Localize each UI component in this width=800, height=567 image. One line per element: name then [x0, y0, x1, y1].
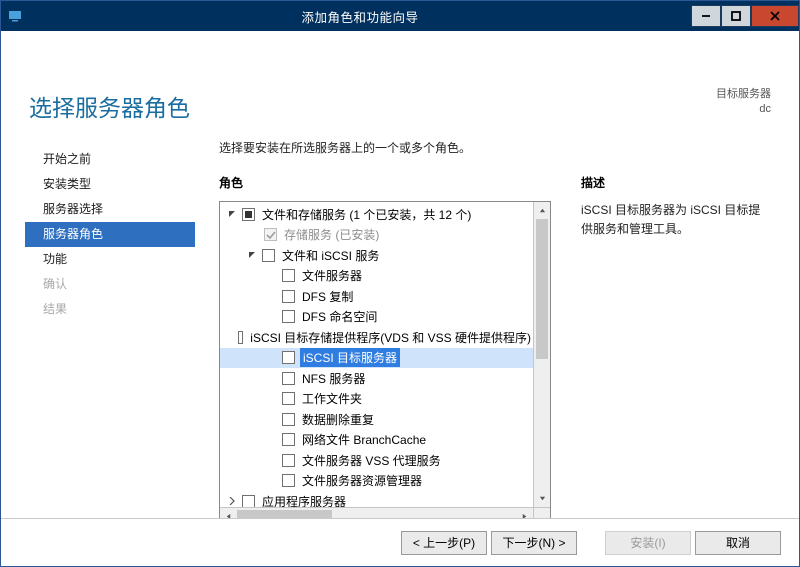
scroll-thumb[interactable] — [536, 219, 548, 359]
checkbox[interactable] — [282, 454, 295, 467]
roles-tree-box: 文件和存储服务 (1 个已安装，共 12 个) 存储服务 (已安装) — [219, 201, 551, 525]
tree-node[interactable]: 网络文件 BranchCache — [220, 430, 533, 451]
checkbox[interactable] — [282, 392, 295, 405]
tree-node[interactable]: NFS 服务器 — [220, 368, 533, 389]
collapse-icon[interactable] — [226, 495, 238, 507]
step-results: 结果 — [25, 297, 195, 322]
tree-node[interactable]: 工作文件夹 — [220, 389, 533, 410]
scroll-up-icon[interactable] — [534, 202, 551, 219]
checkbox-checked-disabled — [264, 228, 277, 241]
step-confirm: 确认 — [25, 272, 195, 297]
tree-node-file-storage[interactable]: 文件和存储服务 (1 个已安装，共 12 个) — [220, 204, 533, 225]
maximize-button[interactable] — [721, 5, 751, 27]
tree-label: 文件服务器 VSS 代理服务 — [300, 452, 443, 469]
install-button: 安装(I) — [605, 531, 691, 555]
tree-node[interactable]: iSCSI 目标存储提供程序(VDS 和 VSS 硬件提供程序) — [220, 327, 533, 348]
checkbox[interactable] — [262, 249, 275, 262]
step-features[interactable]: 功能 — [25, 247, 195, 272]
tree-node[interactable]: 数据删除重复 — [220, 409, 533, 430]
step-install[interactable]: 安装类型 — [25, 172, 195, 197]
wizard-steps: 开始之前 安装类型 服务器选择 服务器角色 功能 确认 结果 — [25, 147, 195, 322]
tree-label: 工作文件夹 — [300, 390, 364, 407]
step-roles[interactable]: 服务器角色 — [25, 222, 195, 247]
tree-node[interactable]: 文件服务器 VSS 代理服务 — [220, 450, 533, 471]
tree-label: 文件和 iSCSI 服务 — [280, 247, 381, 264]
tree-label: DFS 命名空间 — [300, 308, 379, 325]
checkbox[interactable] — [242, 495, 255, 507]
target-server-box: 目标服务器 dc — [716, 87, 771, 118]
tree-label: 网络文件 BranchCache — [300, 431, 428, 448]
tree-label: NFS 服务器 — [300, 370, 367, 387]
tree-label: iSCSI 目标服务器 — [300, 348, 400, 367]
tree-node[interactable]: 文件服务器资源管理器 — [220, 471, 533, 492]
checkbox[interactable] — [282, 351, 295, 364]
target-server-value: dc — [716, 102, 771, 117]
checkbox[interactable] — [282, 290, 295, 303]
checkbox[interactable] — [282, 413, 295, 426]
checkbox[interactable] — [282, 310, 295, 323]
tree-label: 数据删除重复 — [300, 411, 376, 428]
description-header: 描述 — [581, 174, 771, 191]
next-button[interactable]: 下一步(N) > — [491, 531, 577, 555]
page-title: 选择服务器角色 — [29, 89, 190, 123]
button-bar: < 上一步(P) 下一步(N) > 安装(I) 取消 — [1, 518, 799, 566]
roles-tree: 文件和存储服务 (1 个已安装，共 12 个) 存储服务 (已安装) — [220, 204, 533, 507]
checkbox[interactable] — [282, 269, 295, 282]
tree-label: DFS 复制 — [300, 288, 355, 305]
step-before[interactable]: 开始之前 — [25, 147, 195, 172]
description-text: iSCSI 目标服务器为 iSCSI 目标提供服务和管理工具。 — [581, 201, 771, 239]
roles-header: 角色 — [219, 174, 551, 191]
tree-node[interactable]: DFS 复制 — [220, 286, 533, 307]
close-button[interactable] — [751, 5, 799, 27]
checkbox[interactable] — [282, 474, 295, 487]
step-server[interactable]: 服务器选择 — [25, 197, 195, 222]
titlebar: 添加角色和功能向导 — [1, 1, 799, 31]
checkbox[interactable] — [282, 372, 295, 385]
tree-node-iscsi-target-server[interactable]: iSCSI 目标服务器 — [220, 348, 533, 369]
scroll-down-icon[interactable] — [534, 490, 551, 507]
tree-label: 应用程序服务器 — [260, 493, 348, 507]
tree-node[interactable]: DFS 命名空间 — [220, 307, 533, 328]
minimize-button[interactable] — [691, 5, 721, 27]
vertical-scrollbar[interactable] — [533, 202, 550, 507]
app-icon — [1, 1, 29, 31]
target-server-label: 目标服务器 — [716, 87, 771, 102]
tree-label: 存储服务 (已安装) — [282, 226, 381, 243]
checkbox[interactable] — [282, 433, 295, 446]
tree-node-storage-svc: 存储服务 (已安装) — [220, 225, 533, 246]
tree-label: 文件和存储服务 (1 个已安装，共 12 个) — [260, 206, 473, 223]
instruction-text: 选择要安装在所选服务器上的一个或多个角色。 — [219, 139, 771, 156]
checkbox-ind[interactable] — [242, 208, 255, 221]
tree-label: 文件服务器 — [300, 267, 364, 284]
expand-icon[interactable] — [246, 249, 258, 261]
cancel-button[interactable]: 取消 — [695, 531, 781, 555]
tree-node-app-server[interactable]: 应用程序服务器 — [220, 491, 533, 507]
checkbox[interactable] — [238, 331, 243, 344]
tree-node-file-iscsi[interactable]: 文件和 iSCSI 服务 — [220, 245, 533, 266]
tree-node[interactable]: 文件服务器 — [220, 266, 533, 287]
window-title: 添加角色和功能向导 — [29, 7, 691, 26]
tree-label: iSCSI 目标存储提供程序(VDS 和 VSS 硬件提供程序) — [248, 329, 533, 346]
tree-label: 文件服务器资源管理器 — [300, 472, 424, 489]
expand-icon[interactable] — [226, 208, 238, 220]
prev-button[interactable]: < 上一步(P) — [401, 531, 487, 555]
